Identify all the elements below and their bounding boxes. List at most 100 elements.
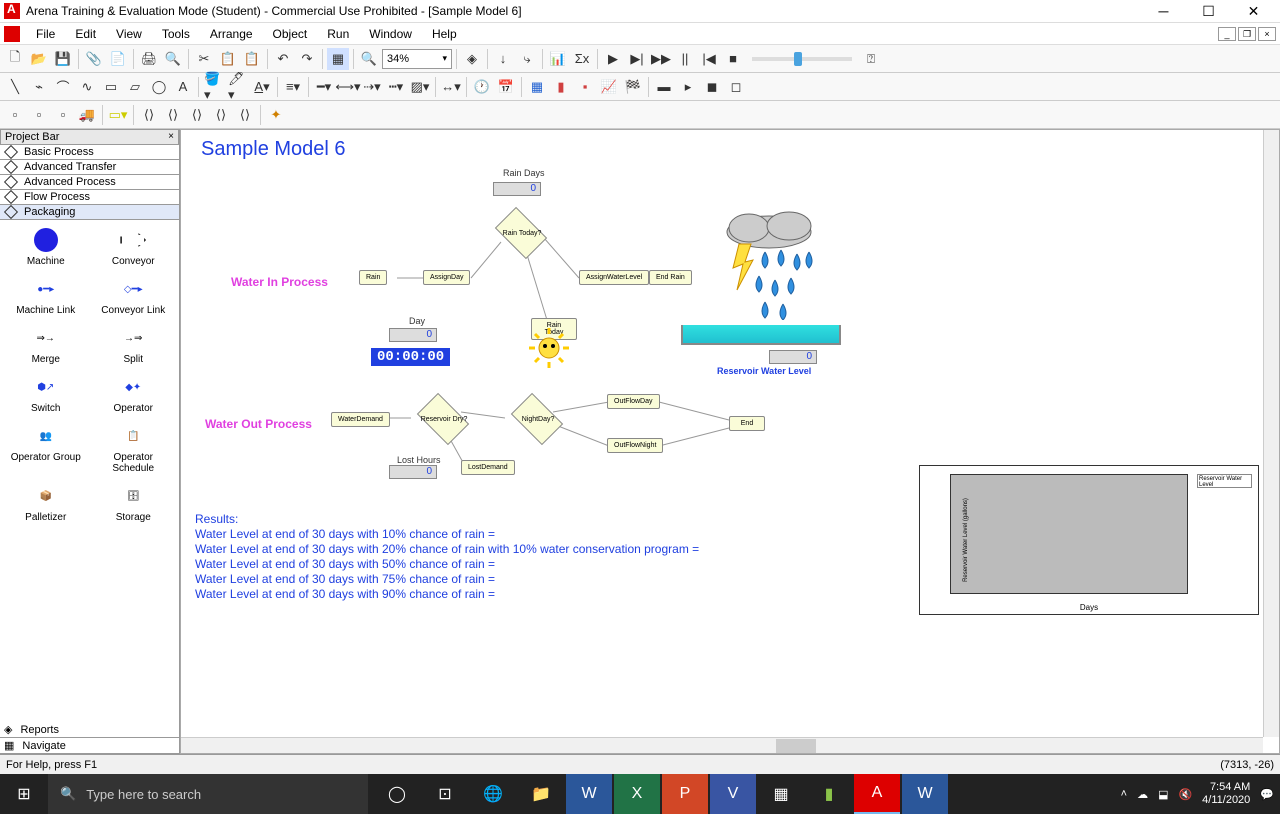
fill-pattern-icon[interactable]: ▨▾	[409, 76, 431, 98]
layers-icon[interactable]: ▦	[327, 48, 349, 70]
fast-forward-icon[interactable]: ▶▶	[650, 48, 672, 70]
menu-view[interactable]: View	[106, 25, 152, 43]
start-over-icon[interactable]: |◀	[698, 48, 720, 70]
group-basic-process[interactable]: Basic Process	[0, 145, 179, 160]
line-icon[interactable]: ╲	[4, 76, 26, 98]
context-help-icon[interactable]: ⍰	[860, 48, 882, 70]
block-lost-demand[interactable]: LostDemand	[461, 460, 515, 475]
module-conveyor-link[interactable]: ◇━▸Conveyor Link	[92, 273, 176, 318]
polyline-icon[interactable]: ⌁	[28, 76, 50, 98]
file-explorer-icon[interactable]: 📁	[518, 774, 564, 814]
block-assign-water[interactable]: AssignWaterLevel	[579, 270, 649, 285]
step-icon[interactable]: ▶|	[626, 48, 648, 70]
project-bar-close-icon[interactable]: ×	[168, 131, 174, 143]
menu-file[interactable]: File	[26, 25, 65, 43]
new-icon[interactable]: 🗋	[4, 48, 26, 70]
menu-run[interactable]: Run	[317, 25, 359, 43]
open-icon[interactable]: 📂	[28, 48, 50, 70]
group-navigate[interactable]: ▦Navigate	[0, 738, 179, 754]
plot-anim-icon[interactable]: 📈	[598, 76, 620, 98]
undo-icon[interactable]: ↶	[272, 48, 294, 70]
variables-icon[interactable]: 📊	[547, 48, 569, 70]
paste-icon[interactable]: 📋	[241, 48, 263, 70]
module-storage[interactable]: 🗄Storage	[92, 480, 176, 525]
block-rain[interactable]: Rain	[359, 270, 387, 285]
route-icon[interactable]: ⟨⟩	[138, 104, 160, 126]
block-outflow-day[interactable]: OutFlowDay	[607, 394, 660, 409]
block-water-demand[interactable]: WaterDemand	[331, 412, 390, 427]
block-night-day[interactable]: NightDay?	[511, 393, 563, 445]
stop-icon[interactable]: ■	[722, 48, 744, 70]
clock-icon[interactable]: 🕐	[471, 76, 493, 98]
text-color-icon[interactable]: A▾	[251, 76, 273, 98]
app3-icon[interactable]: ▮	[806, 774, 852, 814]
task-view-icon[interactable]: ⊡	[422, 774, 468, 814]
block-rain-today-q[interactable]: Rain Today?	[495, 207, 547, 259]
cut-icon[interactable]: ✂	[193, 48, 215, 70]
text-icon[interactable]: A	[172, 76, 194, 98]
template-attach-icon[interactable]: 📎	[83, 48, 105, 70]
conveyor-anim-icon[interactable]: ▫	[52, 104, 74, 126]
resource-anim-icon[interactable]: ◼	[701, 76, 723, 98]
expression-icon[interactable]: Σx	[571, 48, 593, 70]
group-reports[interactable]: ◈Reports	[0, 722, 179, 738]
redo-icon[interactable]: ↷	[296, 48, 318, 70]
group-packaging[interactable]: Packaging	[0, 205, 179, 220]
group-advanced-process[interactable]: Advanced Process	[0, 175, 179, 190]
line-color-icon[interactable]: 🖊▾	[227, 76, 249, 98]
variable-anim-icon[interactable]: ▦	[526, 76, 548, 98]
canvas-vscrollbar[interactable]	[1263, 130, 1279, 737]
module-operator-group[interactable]: 👥Operator Group	[4, 420, 88, 476]
mdi-close-button[interactable]: ×	[1258, 27, 1276, 41]
block-end[interactable]: End	[729, 416, 765, 431]
close-button[interactable]: ✕	[1231, 0, 1276, 23]
line-width-icon[interactable]: ≡▾	[282, 76, 304, 98]
transporter-icon[interactable]: ▫	[28, 104, 50, 126]
block-end-rain[interactable]: End Rain	[649, 270, 692, 285]
pause-icon[interactable]: ||	[674, 48, 696, 70]
maximize-button[interactable]: ☐	[1186, 0, 1231, 23]
arrow-style-icon[interactable]: ⟷▾	[337, 76, 359, 98]
module-operator[interactable]: ◆✦Operator	[92, 371, 176, 416]
dash-style-icon[interactable]: ┅▾	[385, 76, 407, 98]
box-icon[interactable]: ▭	[100, 76, 122, 98]
speed-slider[interactable]	[752, 57, 852, 61]
ellipse-icon[interactable]: ◯	[148, 76, 170, 98]
segment-icon[interactable]: ⟨⟩	[162, 104, 184, 126]
global-anim-icon[interactable]: ◻	[725, 76, 747, 98]
menu-edit[interactable]: Edit	[65, 25, 106, 43]
line-style-icon[interactable]: ━▾	[313, 76, 335, 98]
submodel-icon[interactable]: ◈	[461, 48, 483, 70]
mdi-restore-button[interactable]: ❐	[1238, 27, 1256, 41]
cortana-icon[interactable]: ◯	[374, 774, 420, 814]
mdi-minimize-button[interactable]: _	[1218, 27, 1236, 41]
print-preview-icon[interactable]: 🔍	[162, 48, 184, 70]
queue-anim-icon[interactable]: ▬	[653, 76, 675, 98]
menu-help[interactable]: Help	[422, 25, 467, 43]
module-palletizer[interactable]: 📦Palletizer	[4, 480, 88, 525]
line-pattern-icon[interactable]: ⇢▾	[361, 76, 383, 98]
histogram-anim-icon[interactable]: ▪	[574, 76, 596, 98]
promote-icon[interactable]: ✦	[265, 104, 287, 126]
score-anim-icon[interactable]: 🏁	[622, 76, 644, 98]
module-connect-icon[interactable]: ⤷	[516, 48, 538, 70]
zoom-combo[interactable]: 34%	[382, 49, 452, 69]
copy-icon[interactable]: 📋	[217, 48, 239, 70]
intersection-icon[interactable]: ⟨⟩	[234, 104, 256, 126]
group-advanced-transfer[interactable]: Advanced Transfer	[0, 160, 179, 175]
chrome-icon[interactable]: 🌐	[470, 774, 516, 814]
arena-taskbar-icon[interactable]: A	[854, 774, 900, 814]
module-switch[interactable]: ⬢↗Switch	[4, 371, 88, 416]
zoom-icon[interactable]: 🔍	[358, 48, 380, 70]
network-icon[interactable]: ⟨⟩	[210, 104, 232, 126]
app2-icon[interactable]: ▦	[758, 774, 804, 814]
word-icon[interactable]: W	[566, 774, 612, 814]
module-merge[interactable]: ⇒→Merge	[4, 322, 88, 367]
tray-chevron-up-icon[interactable]: ˄	[1121, 788, 1127, 800]
block-assign-day[interactable]: AssignDay	[423, 270, 470, 285]
powerpoint-icon[interactable]: P	[662, 774, 708, 814]
menu-tools[interactable]: Tools	[152, 25, 200, 43]
tray-volume-icon[interactable]: 🔇	[1178, 788, 1192, 801]
distance-icon[interactable]: ⟨⟩	[186, 104, 208, 126]
minimize-button[interactable]: ─	[1141, 0, 1186, 23]
